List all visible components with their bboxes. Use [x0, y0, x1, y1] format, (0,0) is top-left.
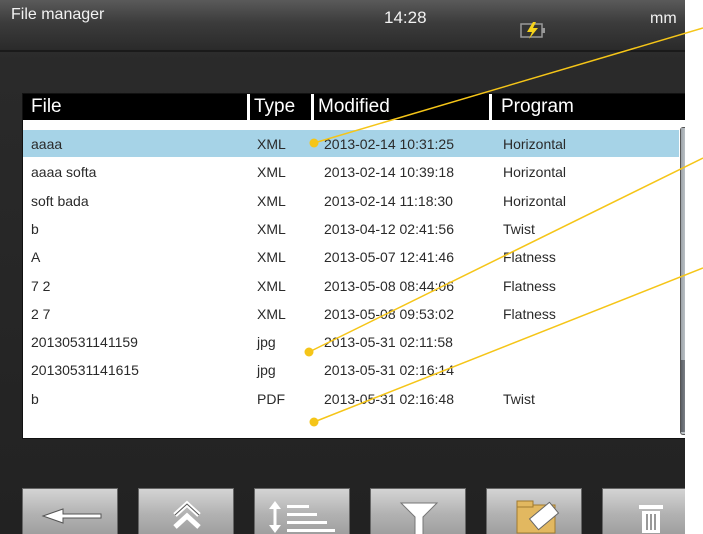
table-row[interactable]: 20130531141159 jpg 2013-05-31 02:11:58	[23, 328, 679, 355]
column-divider	[489, 94, 492, 120]
cell-modified: 2013-05-31 02:11:58	[324, 334, 453, 351]
cell-file: b	[31, 390, 39, 407]
cell-file: soft bada	[31, 192, 89, 209]
cell-file: A	[31, 249, 41, 266]
cell-modified: 2013-02-14 10:31:25	[324, 136, 454, 152]
back-arrow-icon	[41, 508, 102, 524]
table-row[interactable]: soft bada XML 2013-02-14 11:18:30 Horizonta…	[23, 187, 679, 214]
scrollbar-track	[681, 128, 685, 360]
delete-button[interactable]	[602, 488, 685, 534]
table-row[interactable]: aaaa XML 2013-02-14 10:31:25 Horizontal	[23, 130, 679, 157]
device-screen: File manager 14:28 mm File Type Modified…	[0, 0, 685, 534]
clock: 14:28	[384, 8, 427, 27]
trash-icon	[639, 505, 663, 533]
scrollbar-thumb[interactable]	[681, 360, 685, 432]
scroll-top-button[interactable]	[138, 488, 234, 534]
cell-program: Flatness	[503, 277, 556, 294]
table-row[interactable]: A XML 2013-05-07 12:41:46 Flatness	[23, 243, 679, 270]
table-row[interactable]: aaaa softa XML 2013-02-14 10:39:18 Horizont…	[23, 158, 679, 185]
table-row[interactable]: 20130531141615 jpg 2013-05-31 02:16:14	[23, 356, 679, 383]
cell-file: 7 2	[31, 277, 51, 294]
cell-file: 2 7	[31, 305, 51, 322]
usb-folder-icon	[516, 500, 560, 534]
cell-type: PDF	[257, 390, 285, 407]
column-header-program[interactable]: Program	[501, 96, 574, 118]
bottom-toolbar	[0, 482, 685, 534]
cell-modified: 2013-05-07 12:41:46	[324, 249, 454, 266]
cell-type: XML	[257, 305, 286, 322]
filter-button[interactable]	[370, 488, 466, 534]
filter-icon	[399, 502, 439, 534]
cell-program: Twist	[503, 390, 535, 407]
sort-button[interactable]	[254, 488, 350, 534]
table-header: File Type Modified Program	[23, 94, 685, 120]
cell-type: XML	[257, 249, 286, 266]
cell-modified: 2013-04-12 02:41:56	[324, 220, 454, 237]
scroll-top-icon	[173, 500, 201, 529]
status-bar: File manager 14:28 mm	[0, 0, 685, 52]
table-row[interactable]: 2 7 XML 2013-05-08 09:53:02 Flatness	[23, 300, 679, 327]
units-indicator: mm	[650, 10, 677, 27]
cell-modified: 2013-02-14 10:39:18	[324, 164, 454, 181]
cell-type: jpg	[257, 362, 276, 379]
cell-file: aaaa softa	[31, 164, 97, 181]
cell-file: 20130531141159	[31, 334, 138, 351]
column-header-file[interactable]: File	[31, 96, 62, 118]
cell-file: 20130531141615	[31, 362, 139, 379]
sort-icon	[269, 501, 335, 533]
cell-modified: 2013-05-31 02:16:14	[324, 362, 454, 379]
cell-type: XML	[257, 136, 286, 152]
cell-program: Flatness	[503, 305, 556, 322]
cell-file: aaaa	[31, 136, 63, 152]
file-table: File Type Modified Program aaaa XML 2013-0…	[22, 93, 685, 439]
cell-program: Twist	[503, 220, 535, 237]
cell-type: XML	[257, 277, 286, 294]
cell-program: Horizontal	[503, 164, 567, 181]
table-row[interactable]: b PDF 2013-05-31 02:16:48 Twist	[23, 385, 679, 412]
app-title: File manager	[11, 6, 105, 23]
cell-modified: 2013-05-08 09:53:02	[324, 305, 454, 322]
cell-modified: 2013-05-31 02:16:48	[324, 390, 454, 407]
column-header-modified[interactable]: Modified	[318, 96, 390, 118]
cell-modified: 2013-02-14 11:18:30	[324, 192, 453, 209]
column-divider	[247, 94, 250, 120]
cell-program: Horizontal	[503, 136, 567, 152]
back-button[interactable]	[22, 488, 118, 534]
cell-type: XML	[257, 220, 286, 237]
cell-program: Flatness	[503, 249, 556, 266]
table-row[interactable]: 7 2 XML 2013-05-08 08:44:06 Flatness	[23, 272, 679, 299]
table-row[interactable]: b XML 2013-04-12 02:41:56 Twist	[23, 215, 679, 242]
cell-type: XML	[257, 164, 286, 181]
battery-charging-icon	[520, 22, 545, 39]
column-divider	[311, 94, 314, 120]
column-header-type[interactable]: Type	[254, 96, 295, 118]
cell-modified: 2013-05-08 08:44:06	[324, 277, 454, 294]
cell-program: Horizontal	[503, 192, 567, 209]
cell-type: XML	[257, 192, 286, 209]
usb-folder-button[interactable]	[486, 488, 582, 534]
vertical-scrollbar[interactable]	[680, 127, 685, 435]
cell-file: b	[31, 220, 39, 237]
cell-type: jpg	[257, 334, 276, 351]
